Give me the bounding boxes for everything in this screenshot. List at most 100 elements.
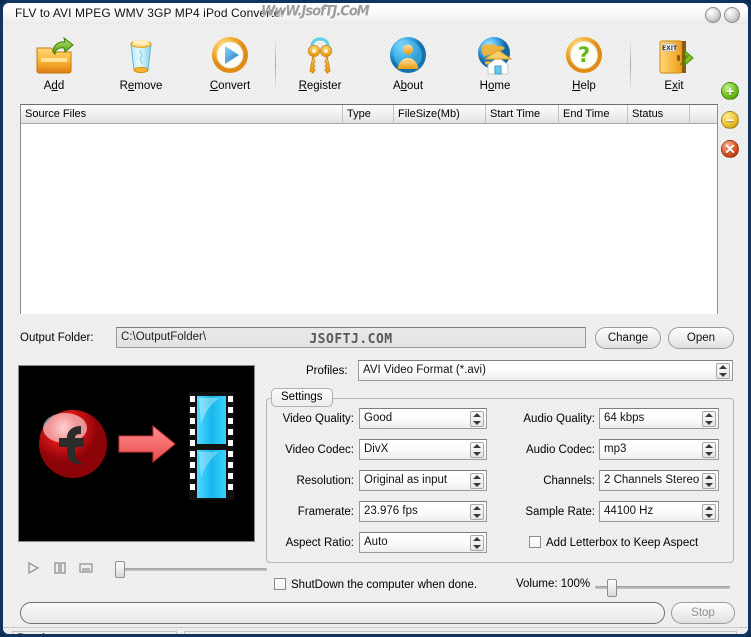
sample-rate-value: 44100 Hz bbox=[604, 505, 654, 517]
column-header-end-time[interactable]: End Time bbox=[559, 105, 628, 123]
volume-label: Volume: 100% bbox=[516, 578, 591, 590]
stop-button[interactable]: Stop bbox=[671, 602, 735, 624]
letterbox-checkbox-row[interactable]: Add Letterbox to Keep Aspect bbox=[529, 536, 698, 549]
video-codec-label: Video Codec: bbox=[285, 444, 354, 456]
aspect-ratio-value: Auto bbox=[364, 536, 388, 548]
toolbar-button-convert[interactable]: Convert bbox=[187, 31, 273, 101]
svg-text:EXIT: EXIT bbox=[662, 45, 678, 52]
output-folder-field[interactable]: C:\OutputFolder\ JSOFTJ.COM bbox=[116, 327, 586, 348]
chevron-updown-icon[interactable] bbox=[702, 411, 716, 427]
chevron-updown-icon[interactable] bbox=[470, 473, 484, 489]
resolution-label: Resolution: bbox=[296, 475, 354, 487]
remove-file-button[interactable]: − bbox=[721, 111, 739, 129]
status-secondary-pane bbox=[184, 631, 737, 634]
video-quality-label: Video Quality: bbox=[282, 413, 354, 425]
stop-icon bbox=[79, 563, 93, 573]
play-circle-icon bbox=[187, 31, 273, 79]
video-quality-select[interactable]: Good bbox=[359, 408, 487, 429]
chevron-updown-icon[interactable] bbox=[702, 442, 716, 458]
toolbar-button-register[interactable]: Register bbox=[277, 31, 363, 101]
stop-preview-button[interactable] bbox=[77, 560, 95, 576]
preview-controls bbox=[21, 560, 267, 580]
audio-codec-label: Audio Codec: bbox=[525, 444, 595, 456]
toolbar-button-remove[interactable]: Remove bbox=[98, 31, 184, 101]
title-bar: FLV to AVI MPEG WMV 3GP MP4 iPod Convert… bbox=[3, 3, 748, 26]
chevron-updown-icon[interactable] bbox=[470, 442, 484, 458]
shutdown-checkbox[interactable] bbox=[274, 578, 286, 590]
toolbar: Add Remove Convert Register About Home ?… bbox=[3, 25, 748, 103]
toolbar-label-home: Home bbox=[479, 80, 511, 92]
audio-codec-value: mp3 bbox=[604, 443, 627, 455]
toolbar-label-register: Register bbox=[298, 80, 342, 92]
status-message: Ready... bbox=[12, 631, 177, 634]
plus-circle-icon: + bbox=[725, 83, 735, 99]
audio-quality-select[interactable]: 64 kbps bbox=[599, 408, 719, 429]
framerate-select[interactable]: 23.976 fps bbox=[359, 501, 487, 522]
toolbar-label-remove: Remove bbox=[119, 80, 163, 92]
column-header-type[interactable]: Type bbox=[343, 105, 394, 123]
application-window: FLV to AVI MPEG WMV 3GP MP4 iPod Convert… bbox=[0, 0, 751, 637]
shutdown-checkbox-row[interactable]: ShutDown the computer when done. bbox=[274, 578, 477, 591]
source-files-list[interactable]: Source Files Type FileSize(Mb) Start Tim… bbox=[20, 104, 718, 314]
toolbar-separator-1 bbox=[275, 39, 276, 91]
window-title: FLV to AVI MPEG WMV 3GP MP4 iPod Convert… bbox=[15, 6, 285, 20]
framerate-label: Framerate: bbox=[297, 506, 354, 518]
chevron-updown-icon[interactable] bbox=[470, 411, 484, 427]
output-folder-watermark: JSOFTJ.COM bbox=[309, 332, 393, 347]
preview-graphic bbox=[39, 392, 234, 500]
play-icon bbox=[28, 561, 40, 575]
list-body[interactable] bbox=[21, 124, 717, 314]
output-folder-label: Output Folder: bbox=[20, 332, 94, 344]
seek-slider-thumb[interactable] bbox=[115, 561, 125, 578]
toolbar-label-about: About bbox=[392, 80, 424, 92]
toolbar-label-exit: Exit bbox=[664, 80, 684, 92]
audio-quality-value: 64 kbps bbox=[604, 412, 645, 424]
client-area: Add Remove Convert Register About Home ?… bbox=[3, 25, 748, 634]
pause-button[interactable] bbox=[51, 560, 69, 576]
close-button[interactable] bbox=[724, 7, 740, 23]
open-folder-button[interactable]: Open bbox=[668, 327, 734, 349]
minimize-button[interactable] bbox=[705, 7, 721, 23]
title-watermark: WwW.JsofTJ.CoM bbox=[261, 3, 370, 20]
video-codec-select[interactable]: DivX bbox=[359, 439, 487, 460]
volume-slider-thumb[interactable] bbox=[607, 579, 617, 597]
column-header-status[interactable]: Status bbox=[628, 105, 690, 123]
channels-select[interactable]: 2 Channels Stereo bbox=[599, 470, 719, 491]
toolbar-button-exit[interactable]: EXIT Exit bbox=[631, 31, 717, 101]
toolbar-label-help: Help bbox=[572, 80, 596, 92]
play-button[interactable] bbox=[25, 560, 43, 576]
chevron-updown-icon[interactable] bbox=[702, 504, 716, 520]
resolution-select[interactable]: Original as input bbox=[359, 470, 487, 491]
chevron-updown-icon[interactable] bbox=[470, 535, 484, 551]
toolbar-button-add[interactable]: Add bbox=[11, 31, 97, 101]
chevron-updown-icon[interactable] bbox=[702, 473, 716, 489]
clear-files-button[interactable]: ✕ bbox=[721, 140, 739, 158]
keys-icon bbox=[277, 31, 363, 79]
toolbar-label-add: Add bbox=[43, 80, 65, 92]
letterbox-checkbox[interactable] bbox=[529, 536, 541, 548]
aspect-ratio-select[interactable]: Auto bbox=[359, 532, 487, 553]
change-folder-button[interactable]: Change bbox=[595, 327, 661, 349]
seek-slider-track[interactable] bbox=[117, 568, 267, 571]
add-file-button[interactable]: + bbox=[721, 82, 739, 100]
audio-codec-select[interactable]: mp3 bbox=[599, 439, 719, 460]
column-header-source-files[interactable]: Source Files bbox=[21, 105, 343, 123]
person-circle-icon bbox=[365, 31, 451, 79]
video-preview[interactable] bbox=[18, 365, 255, 542]
channels-value: 2 Channels Stereo bbox=[604, 474, 700, 486]
profiles-select[interactable]: AVI Video Format (*.avi) bbox=[358, 360, 733, 381]
toolbar-button-about[interactable]: About bbox=[365, 31, 451, 101]
column-header-filesize[interactable]: FileSize(Mb) bbox=[394, 105, 486, 123]
sample-rate-label: Sample Rate: bbox=[525, 506, 595, 518]
chevron-updown-icon[interactable] bbox=[470, 504, 484, 520]
sample-rate-select[interactable]: 44100 Hz bbox=[599, 501, 719, 522]
list-header: Source Files Type FileSize(Mb) Start Tim… bbox=[21, 105, 717, 124]
chevron-updown-icon[interactable] bbox=[716, 363, 730, 379]
toolbar-button-home[interactable]: Home bbox=[452, 31, 538, 101]
toolbar-button-help[interactable]: ? Help bbox=[541, 31, 627, 101]
column-header-start-time[interactable]: Start Time bbox=[486, 105, 559, 123]
trash-bin-icon bbox=[98, 31, 184, 79]
video-codec-value: DivX bbox=[364, 443, 389, 455]
framerate-value: 23.976 fps bbox=[364, 505, 418, 517]
resolution-value: Original as input bbox=[364, 474, 448, 486]
